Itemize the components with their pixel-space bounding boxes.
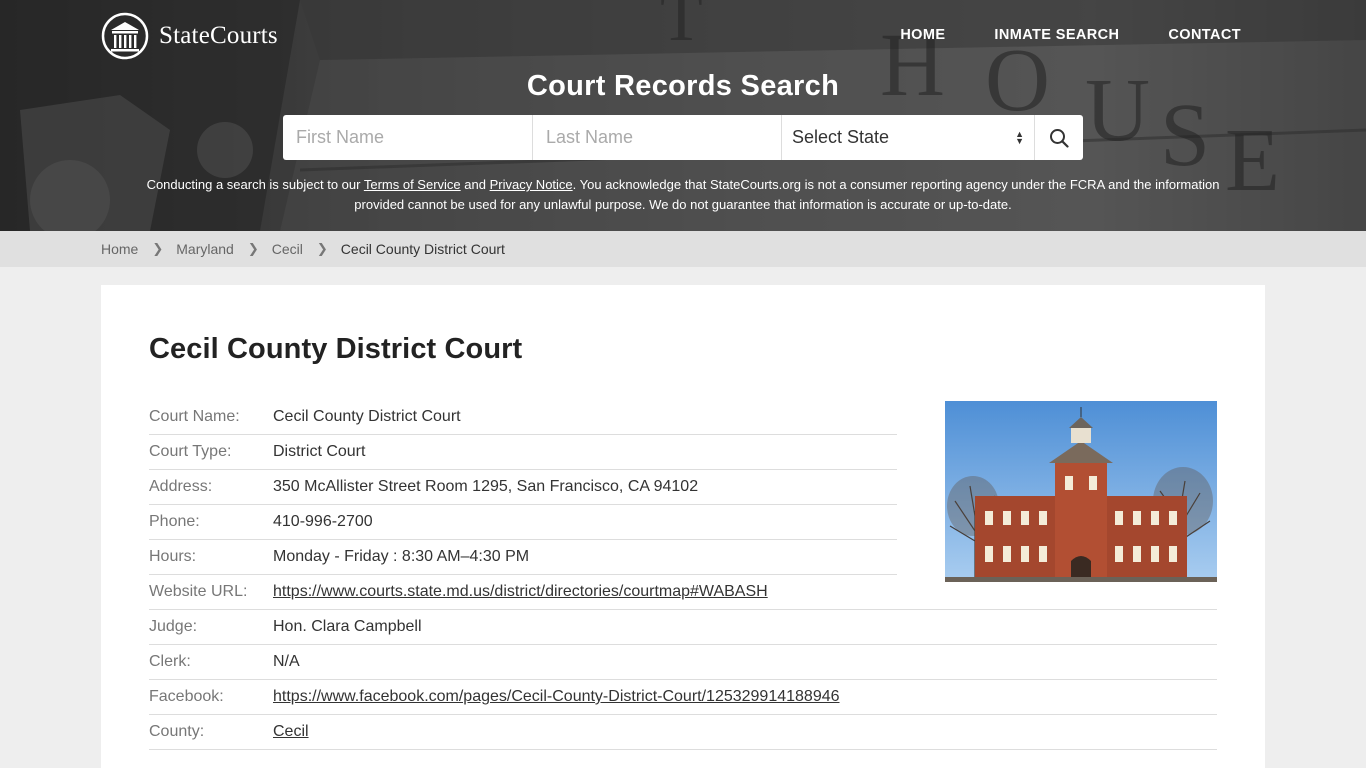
privacy-notice-link[interactable]: Privacy Notice [490,177,573,192]
website-url-link[interactable]: https://www.courts.state.md.us/district/… [273,583,768,600]
breadcrumb-current: Cecil County District Court [340,241,505,257]
disclaimer-text-2: and [460,177,490,192]
detail-row-court-type: Court Type: District Court [149,435,897,470]
state-select-value: Select State [792,127,890,147]
detail-row-judge: Judge: Hon. Clara Campbell [149,610,1217,645]
courthouse-photo [945,401,1217,582]
detail-label: County: [149,723,205,740]
breadcrumb-state[interactable]: Maryland [176,241,234,257]
detail-row-court-name: Court Name: Cecil County District Court [149,400,897,435]
detail-label: Clerk: [149,653,191,670]
detail-value: Monday - Friday : 8:30 AM–4:30 PM [273,548,530,565]
detail-row-clerk: Clerk: N/A [149,645,1217,680]
detail-value: N/A [273,653,300,670]
detail-row-facebook: Facebook: https://www.facebook.com/pages… [149,680,1217,715]
court-details-card: Cecil County District Court Court Name: … [101,285,1265,768]
brand-name: StateCourts [159,22,278,49]
nav-home[interactable]: HOME [900,27,945,43]
courthouse-logo-icon [101,12,149,60]
detail-value: Cecil County District Court [273,408,461,425]
detail-row-phone: Phone: 410-996-2700 [149,505,897,540]
detail-label: Phone: [149,513,200,530]
chevron-right-icon: ❯ [152,241,164,256]
breadcrumb-county[interactable]: Cecil [272,241,303,257]
nav-inmate-search[interactable]: INMATE SEARCH [994,27,1119,43]
detail-label: Court Type: [149,443,232,460]
detail-value: 410-996-2700 [273,513,373,530]
detail-label: Address: [149,478,213,495]
chevron-right-icon: ❯ [247,241,259,256]
detail-label: Court Name: [149,408,240,425]
breadcrumb-home[interactable]: Home [101,241,138,257]
county-link[interactable]: Cecil [273,723,309,740]
first-name-input[interactable] [283,115,533,160]
search-disclaimer: Conducting a search is subject to our Te… [120,175,1246,215]
statecourts-logo[interactable]: StateCourts [101,12,278,60]
detail-value: Hon. Clara Campbell [273,618,422,635]
search-button[interactable] [1035,115,1083,160]
detail-value: 350 McAllister Street Room 1295, San Fra… [273,478,699,495]
detail-label: Website URL: [149,583,248,600]
search-heading: Court Records Search [526,70,840,102]
top-nav: HOME INMATE SEARCH CONTACT [900,27,1241,43]
breadcrumb: Home ❯ Maryland ❯ Cecil ❯ Cecil County D… [0,231,1366,267]
page-title: Cecil County District Court [149,333,523,365]
detail-row-address: Address: 350 McAllister Street Room 1295… [149,470,897,505]
detail-label: Judge: [149,618,198,635]
search-icon [1050,128,1069,148]
last-name-input[interactable] [533,115,782,160]
detail-label: Hours: [149,548,197,565]
select-arrows-icon: ▲ ▼ [1015,128,1024,146]
terms-of-service-link[interactable]: Terms of Service [364,177,461,192]
detail-value: District Court [273,443,366,460]
hero-banner: H O U S E T StateCourts HOME INMATE SEAR… [0,0,1366,231]
disclaimer-text-1: Conducting a search is subject to our [146,177,364,192]
detail-label: Facebook: [149,688,224,705]
nav-contact[interactable]: CONTACT [1168,27,1241,43]
chevron-right-icon: ❯ [316,241,328,256]
detail-row-county: County: Cecil [149,715,1217,750]
search-form: Select State ▲▼ [283,115,1083,160]
state-select[interactable]: Select State ▲ ▼ [782,115,1035,160]
detail-row-hours: Hours: Monday - Friday : 8:30 AM–4:30 PM [149,540,897,575]
facebook-link[interactable]: https://www.facebook.com/pages/Cecil-Cou… [273,688,840,705]
